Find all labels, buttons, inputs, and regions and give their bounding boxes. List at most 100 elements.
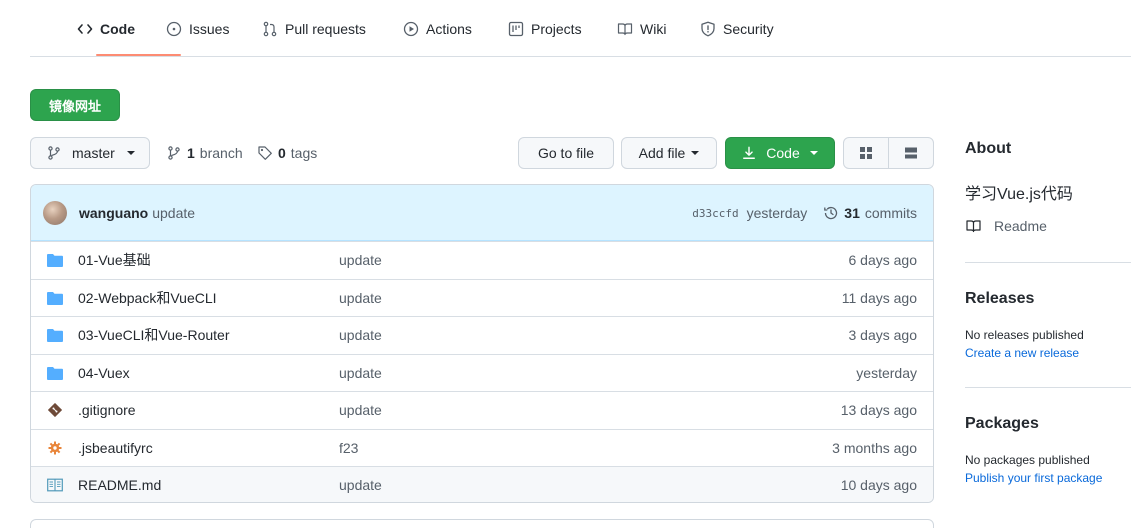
commit-sha[interactable]: d33ccfd <box>692 207 738 220</box>
tab-label: Code <box>100 20 135 37</box>
folder-icon <box>47 252 63 268</box>
repo-nav: Code Issues Pull requests Actions Projec… <box>30 0 1131 57</box>
commit-time: yesterday <box>746 205 808 221</box>
branch-icon <box>46 145 62 161</box>
pull-request-icon <box>262 21 278 37</box>
go-to-file-button[interactable]: Go to file <box>518 137 614 169</box>
branch-icon <box>166 145 182 161</box>
list-icon <box>904 146 918 160</box>
file-name[interactable]: .jsbeautifyrc <box>78 440 153 456</box>
file-name[interactable]: 04-Vuex <box>78 365 130 381</box>
create-release-link[interactable]: Create a new release <box>965 346 1079 360</box>
tab-issues[interactable]: Issues <box>166 0 229 57</box>
chevron-down-icon <box>691 151 700 155</box>
chevron-down-icon <box>126 151 135 155</box>
go-to-file-label: Go to file <box>537 145 595 161</box>
tab-label: Projects <box>531 20 582 37</box>
tab-label: Pull requests <box>285 20 366 37</box>
tags-link[interactable]: 0 tags <box>257 137 317 169</box>
folder-icon <box>47 290 63 306</box>
releases-heading[interactable]: Releases <box>965 290 1034 308</box>
file-commit-message[interactable]: f23 <box>339 440 358 456</box>
file-name[interactable]: .gitignore <box>78 402 136 418</box>
readme-link[interactable]: Readme <box>965 218 1047 234</box>
file-commit-message[interactable]: update <box>339 402 382 418</box>
readme-label: Readme <box>994 218 1047 234</box>
about-heading: About <box>965 140 1012 157</box>
chevron-down-icon <box>809 151 818 155</box>
file-commit-message[interactable]: update <box>339 365 382 381</box>
file-row[interactable]: README.md update 10 days ago <box>31 466 933 502</box>
publish-package-link[interactable]: Publish your first package <box>965 471 1102 485</box>
play-icon <box>403 21 419 37</box>
commit-author[interactable]: wanguano <box>79 205 148 221</box>
commit-message[interactable]: update <box>152 205 195 221</box>
file-name[interactable]: 02-Webpack和VueCLI <box>78 288 217 308</box>
releases-empty-text: No releases published <box>965 328 1084 342</box>
file-age: 13 days ago <box>840 402 917 419</box>
avatar[interactable] <box>43 200 67 225</box>
download-icon <box>742 146 756 160</box>
file-commit-message[interactable]: update <box>339 290 382 306</box>
tag-icon <box>257 145 273 161</box>
project-icon <box>508 21 524 37</box>
packages-heading[interactable]: Packages <box>965 415 1039 433</box>
packages-empty-text: No packages published <box>965 453 1090 467</box>
tab-label: Security <box>723 20 774 37</box>
tag-label: tags <box>290 145 318 161</box>
latest-commit-bar: wanguano update d33ccfd yesterday 31 com… <box>31 185 933 241</box>
add-file-label: Add file <box>638 145 686 161</box>
commit-label: commits <box>864 205 917 221</box>
book-icon <box>965 218 982 234</box>
active-tab-indicator <box>96 54 181 56</box>
file-commit-message[interactable]: update <box>339 252 382 268</box>
branches-link[interactable]: 1 branch <box>166 137 243 169</box>
tab-label: Wiki <box>640 20 667 37</box>
branch-select-button[interactable]: master <box>30 137 150 169</box>
file-row[interactable]: 03-VueCLI和Vue-Router update 3 days ago <box>31 316 933 354</box>
code-icon <box>77 21 93 37</box>
file-commit-message[interactable]: update <box>339 327 382 343</box>
file-row[interactable]: .jsbeautifyrc f23 3 months ago <box>31 428 933 467</box>
file-row[interactable]: 02-Webpack和VueCLI update 11 days ago <box>31 278 933 317</box>
divider <box>965 387 1131 388</box>
tab-pull-requests[interactable]: Pull requests <box>262 0 366 57</box>
file-age: 6 days ago <box>848 252 918 269</box>
branch-name: master <box>72 145 115 161</box>
commits-link[interactable]: 31 commits <box>823 205 917 221</box>
code-dropdown-button[interactable]: Code <box>725 137 835 169</box>
file-name[interactable]: 01-Vue基础 <box>78 250 151 270</box>
tab-code[interactable]: Code <box>77 0 135 57</box>
file-age: 10 days ago <box>840 477 917 494</box>
view-toggle <box>843 137 934 169</box>
file-row[interactable]: 01-Vue基础 update 6 days ago <box>31 241 933 279</box>
mirror-url-button[interactable]: 镜像网址 <box>30 89 120 121</box>
book-icon <box>617 21 633 37</box>
tab-wiki[interactable]: Wiki <box>617 0 666 57</box>
file-age: 3 days ago <box>848 327 918 344</box>
file-list: wanguano update d33ccfd yesterday 31 com… <box>30 184 934 503</box>
folder-icon <box>47 365 63 381</box>
issue-icon <box>166 21 182 37</box>
file-name[interactable]: 03-VueCLI和Vue-Router <box>78 325 229 345</box>
divider <box>965 262 1131 263</box>
file-age: yesterday <box>856 364 917 381</box>
file-name[interactable]: README.md <box>78 477 161 493</box>
commit-count: 31 <box>844 205 860 221</box>
tab-label: Actions <box>426 20 472 37</box>
add-file-button[interactable]: Add file <box>621 137 717 169</box>
code-button-label: Code <box>766 145 800 161</box>
tab-projects[interactable]: Projects <box>508 0 582 57</box>
tab-actions[interactable]: Actions <box>403 0 472 57</box>
grid-icon <box>859 146 873 160</box>
list-view-button[interactable] <box>888 138 933 168</box>
file-age: 3 months ago <box>832 439 917 456</box>
gear-icon <box>47 440 63 456</box>
file-row[interactable]: 04-Vuex update yesterday <box>31 353 933 392</box>
tab-security[interactable]: Security <box>700 0 774 57</box>
tab-label: Issues <box>189 20 230 37</box>
file-row[interactable]: .gitignore update 13 days ago <box>31 391 933 429</box>
file-commit-message[interactable]: update <box>339 477 382 493</box>
grid-view-button[interactable] <box>844 138 888 168</box>
git-file-icon <box>47 402 63 418</box>
